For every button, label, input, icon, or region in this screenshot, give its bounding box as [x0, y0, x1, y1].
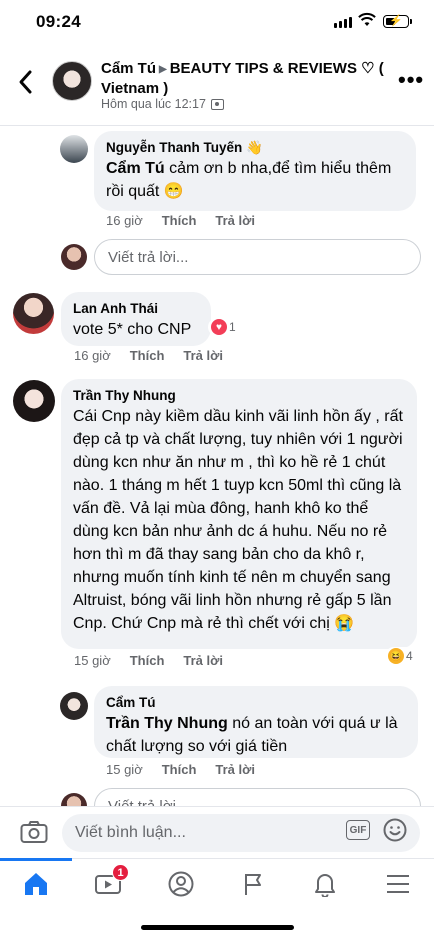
mention[interactable]: Cẩm Tú: [106, 160, 165, 177]
wifi-icon: [358, 12, 376, 26]
tab-watch[interactable]: 1: [72, 859, 144, 909]
like-button[interactable]: Thích: [130, 653, 165, 668]
like-button[interactable]: Thích: [162, 213, 197, 228]
reaction-number: 4: [406, 649, 413, 663]
home-indicator: [141, 925, 294, 930]
more-options-icon[interactable]: •••: [398, 69, 424, 91]
like-button[interactable]: Thích: [130, 348, 165, 363]
bell-icon: [315, 874, 335, 897]
battery-cap: [410, 19, 412, 24]
tab-home[interactable]: [0, 858, 72, 909]
arrow-right-icon: ▶: [159, 64, 167, 75]
status-bar: 09:24 ⚡: [0, 0, 434, 46]
avatar[interactable]: [60, 692, 88, 720]
back-icon[interactable]: [14, 68, 38, 96]
camera-icon[interactable]: [20, 820, 48, 844]
avatar[interactable]: [60, 135, 88, 163]
comment-bubble: Trần Thy Nhung Cái Cnp này kiềm dầu kinh…: [61, 379, 417, 649]
emoji-icon[interactable]: [383, 818, 407, 842]
post-timestamp: Hôm qua lúc 12:17: [101, 97, 206, 111]
home-icon: [25, 873, 47, 895]
comment-text: Trần Thy Nhung nó an toàn với quá ư là c…: [106, 712, 406, 758]
reaction-count[interactable]: 😆 4: [385, 647, 416, 665]
comment-text: Cẩm Tú cảm ơn b nha,để tìm hiểu thêm rồi…: [106, 157, 404, 203]
reply-input[interactable]: Viết trả lời...: [94, 239, 421, 275]
reply-button[interactable]: Trả lời: [183, 653, 223, 668]
comment-time: 15 giờ: [106, 762, 143, 777]
avatar[interactable]: [13, 380, 55, 422]
gif-button[interactable]: GIF: [346, 820, 370, 840]
comment-actions: 15 giờ Thích Trả lời: [74, 653, 223, 668]
reply-placeholder: Viết trả lời...: [108, 248, 189, 266]
tab-profile[interactable]: [145, 859, 217, 909]
reaction-count[interactable]: ♥ 1: [208, 318, 239, 336]
reply-button[interactable]: Trả lời: [215, 213, 255, 228]
comment-time: 16 giờ: [74, 348, 111, 363]
tab-notifications[interactable]: [289, 859, 361, 909]
comment-author[interactable]: Lan Anh Thái: [73, 300, 199, 318]
haha-icon: 😆: [388, 648, 404, 664]
comment-text: vote 5* cho CNP: [73, 321, 192, 338]
status-time: 09:24: [36, 12, 81, 31]
heart-icon: ♥: [211, 319, 227, 335]
comment-bubble: Cẩm Tú Trần Thy Nhung nó an toàn với quá…: [94, 686, 418, 758]
comment-actions: 16 giờ Thích Trả lời: [106, 213, 255, 228]
like-button[interactable]: Thích: [162, 762, 197, 777]
comment-actions: 15 giờ Thích Trả lời: [106, 762, 255, 777]
author-avatar[interactable]: [52, 61, 92, 101]
tab-pages[interactable]: [217, 859, 289, 909]
my-avatar: [61, 244, 87, 270]
avatar[interactable]: [13, 293, 54, 334]
profile-icon: [168, 871, 194, 897]
post-title[interactable]: Cẩm Tú ▶ BEAUTY TIPS & REVIEWS ♡ ( Vietnam…: [101, 59, 391, 98]
comment-bubble: Nguyễn Thanh Tuyến 👋 Cẩm Tú cảm ơn b nha…: [94, 131, 416, 211]
comment-author[interactable]: Cẩm Tú: [106, 694, 406, 712]
audience-icon: [210, 98, 224, 110]
reaction-number: 1: [229, 320, 236, 334]
signal-icon: [334, 17, 352, 28]
notification-badge: 1: [112, 864, 129, 881]
tab-menu[interactable]: [362, 859, 434, 909]
comment-placeholder: Viết bình luận...: [75, 824, 186, 841]
comment-bubble: Lan Anh Thái vote 5* cho CNP: [61, 292, 211, 346]
comment-time: 15 giờ: [74, 653, 111, 668]
flag-icon: [245, 874, 261, 895]
comment-actions: 16 giờ Thích Trả lời: [74, 348, 223, 363]
post-header: Cẩm Tú ▶ BEAUTY TIPS & REVIEWS ♡ ( Vietnam…: [0, 46, 434, 126]
reply-button[interactable]: Trả lời: [215, 762, 255, 777]
tab-bar: 1: [0, 858, 434, 908]
reply-button[interactable]: Trả lời: [183, 348, 223, 363]
post-meta: Hôm qua lúc 12:17: [101, 97, 224, 111]
mention[interactable]: Trần Thy Nhung: [106, 715, 228, 732]
comment-author[interactable]: Trần Thy Nhung: [73, 387, 405, 405]
comment-time: 16 giờ: [106, 213, 143, 228]
charging-icon: ⚡: [389, 15, 403, 27]
menu-icon: [387, 875, 409, 893]
comment-composer: Viết bình luận... GIF: [0, 806, 434, 858]
comment-author[interactable]: Nguyễn Thanh Tuyến 👋: [106, 139, 404, 157]
comment-text: Cái Cnp này kiềm dầu kinh vãi linh hồn ấ…: [73, 408, 403, 632]
post-author[interactable]: Cẩm Tú: [101, 60, 156, 77]
